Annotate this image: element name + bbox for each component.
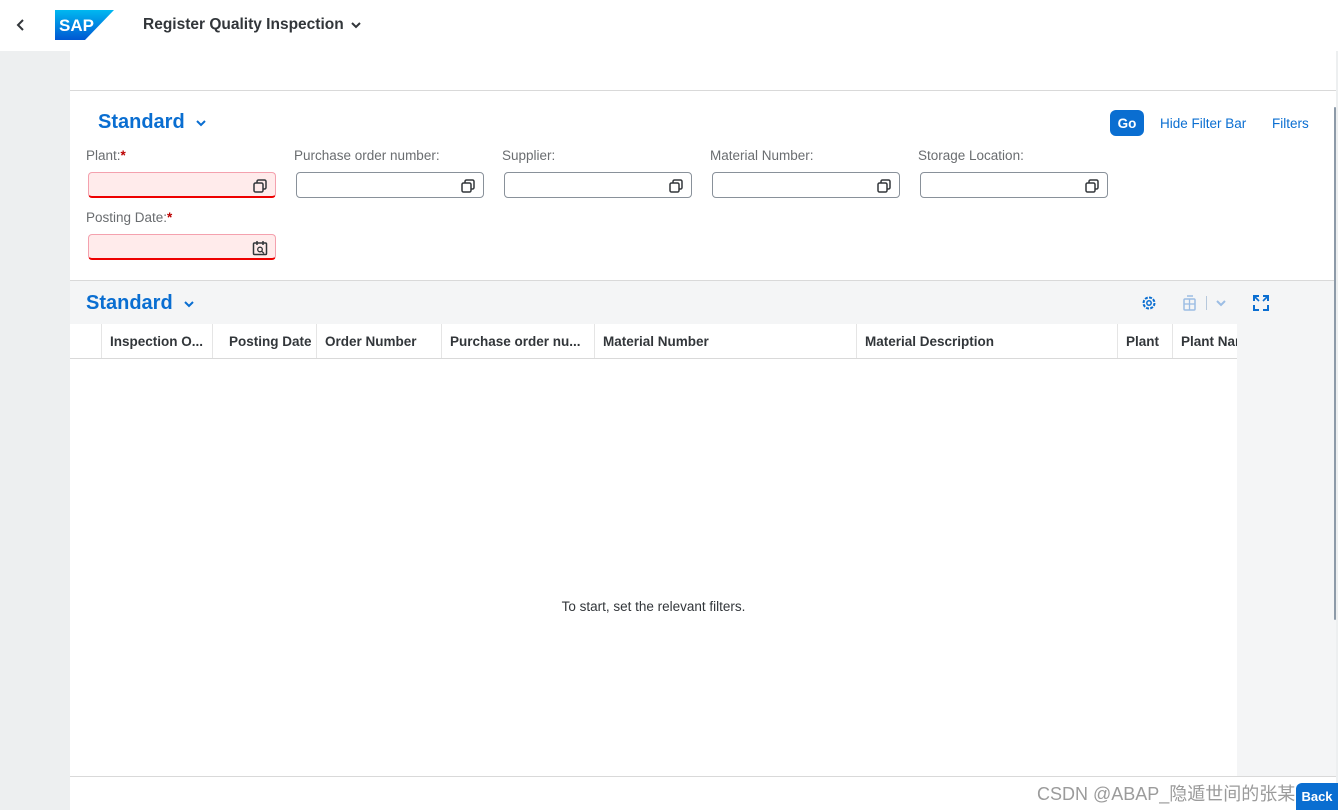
supplier-input[interactable] xyxy=(504,172,692,198)
value-help-icon[interactable] xyxy=(1084,178,1100,194)
value-help-icon[interactable] xyxy=(252,178,268,194)
value-help-icon[interactable] xyxy=(668,178,684,194)
column-header[interactable]: Plant Nar xyxy=(1173,324,1237,358)
toolbar-separator xyxy=(1206,296,1207,310)
page-content: Standard Go Hide Filter Bar Filters Plan… xyxy=(70,51,1336,810)
purchase-order-input[interactable] xyxy=(296,172,484,198)
back-icon[interactable] xyxy=(8,12,34,38)
header-strip xyxy=(70,51,1336,91)
calendar-icon[interactable] xyxy=(252,240,268,256)
column-header[interactable]: Inspection O... xyxy=(102,324,213,358)
scrollbar[interactable] xyxy=(1334,107,1336,620)
storage-location-input[interactable] xyxy=(920,172,1108,198)
variant-label: Standard xyxy=(98,111,185,133)
column-header[interactable]: Material Number xyxy=(595,324,857,358)
back-button[interactable]: Back xyxy=(1296,783,1338,810)
plant-label: Plant:* xyxy=(86,148,126,163)
column-header[interactable]: Posting Date xyxy=(213,324,317,358)
value-help-icon[interactable] xyxy=(460,178,476,194)
hide-filter-bar-button[interactable]: Hide Filter Bar xyxy=(1160,116,1246,131)
supplier-label: Supplier: xyxy=(502,148,556,163)
table-scroll-area xyxy=(1237,324,1336,777)
posting-date-input[interactable] xyxy=(88,234,276,260)
export-icon[interactable] xyxy=(1180,293,1200,313)
value-help-icon[interactable] xyxy=(876,178,892,194)
fullscreen-icon[interactable] xyxy=(1251,293,1271,313)
column-header[interactable]: Material Description xyxy=(857,324,1118,358)
column-header-select[interactable] xyxy=(70,324,102,358)
sap-logo: SAP xyxy=(55,10,114,40)
chevron-down-icon[interactable] xyxy=(1211,293,1231,313)
storage-location-label: Storage Location: xyxy=(918,148,1024,163)
watermark: CSDN @ABAP_隐遁世间的张某人 xyxy=(1037,784,1314,804)
filters-button[interactable]: Filters xyxy=(1272,116,1309,131)
column-header[interactable]: Order Number xyxy=(317,324,442,358)
shell-bar: SAP Register Quality Inspection xyxy=(0,0,1338,51)
gear-icon[interactable] xyxy=(1139,293,1159,313)
app-title[interactable]: Register Quality Inspection xyxy=(143,16,362,34)
go-button[interactable]: Go xyxy=(1110,110,1144,136)
chevron-down-icon xyxy=(183,300,194,307)
column-header[interactable]: Plant xyxy=(1118,324,1173,358)
column-header[interactable]: Purchase order nu... xyxy=(442,324,595,358)
left-gutter xyxy=(0,51,70,810)
app-title-text: Register Quality Inspection xyxy=(143,16,344,33)
footer-divider xyxy=(70,776,1336,777)
material-number-label: Material Number: xyxy=(710,148,814,163)
material-number-input[interactable] xyxy=(712,172,900,198)
plant-input[interactable] xyxy=(88,172,276,198)
svg-text:SAP: SAP xyxy=(59,16,94,35)
empty-table-message: To start, set the relevant filters. xyxy=(561,599,746,614)
table-variant-selector[interactable]: Standard xyxy=(86,292,195,315)
purchase-order-label: Purchase order number: xyxy=(294,148,440,163)
chevron-down-icon xyxy=(350,22,361,29)
chevron-down-icon xyxy=(195,119,206,126)
table-variant-label: Standard xyxy=(86,292,173,314)
filter-variant-selector[interactable]: Standard xyxy=(98,111,207,134)
table-header: Inspection O... Posting Date Order Numbe… xyxy=(70,324,1237,359)
posting-date-label: Posting Date:* xyxy=(86,210,173,225)
